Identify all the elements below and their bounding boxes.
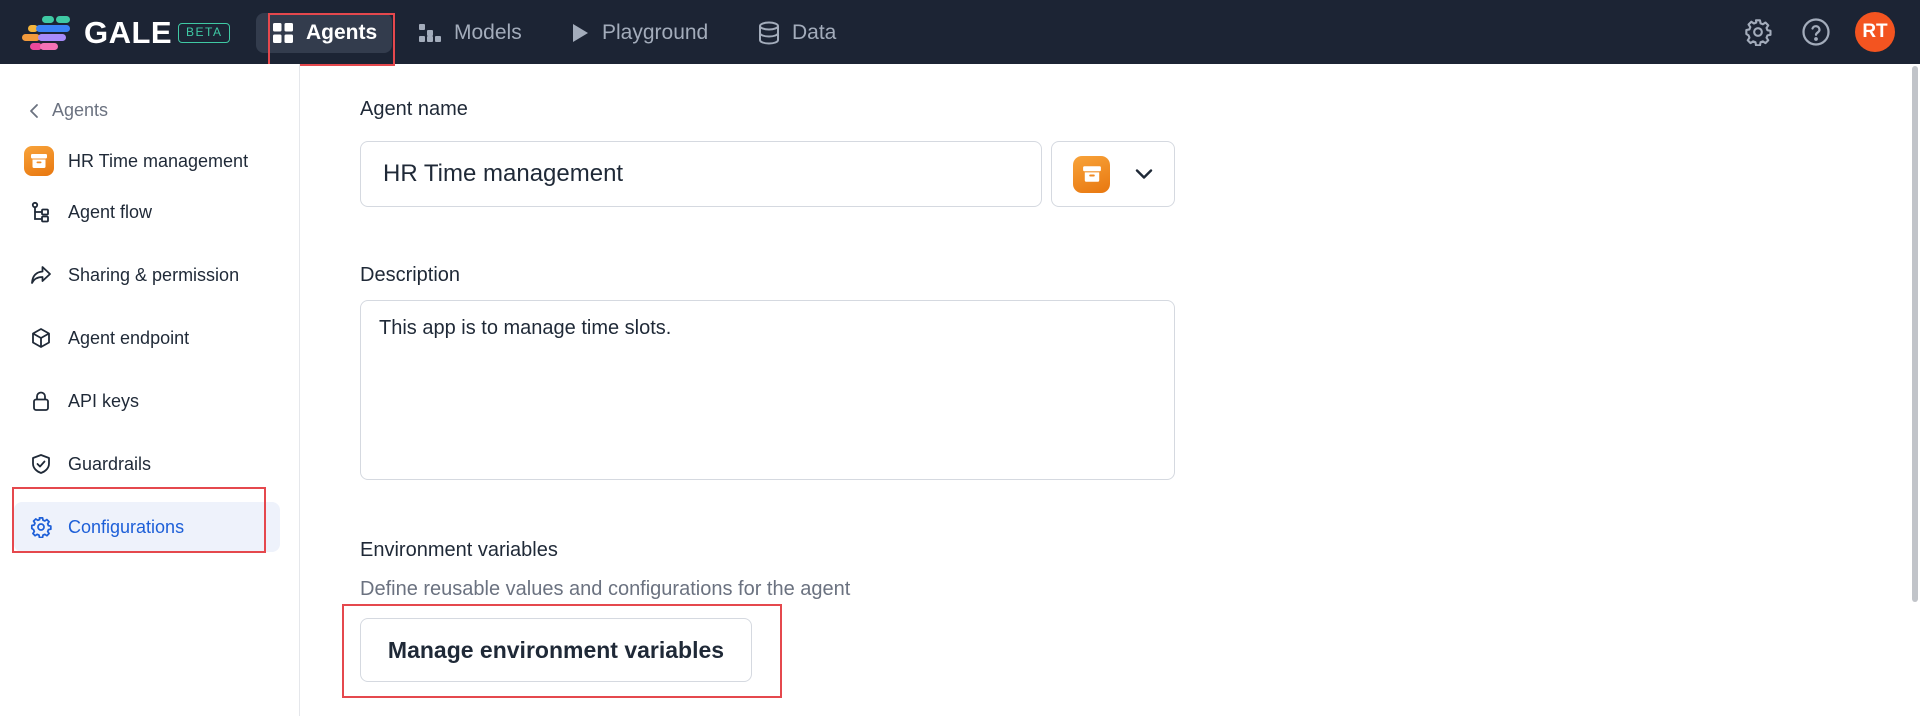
sidebar-item-label: Sharing & permission <box>68 264 240 285</box>
brand-name: GALE <box>84 15 173 50</box>
nav-tab-label: Data <box>792 21 837 44</box>
back-link-label: Agents <box>52 100 109 120</box>
environment-variables-label: Environment variables <box>360 539 558 561</box>
agent-header: HR Time management <box>24 146 248 176</box>
share-icon <box>31 266 51 284</box>
cube-icon <box>32 328 50 348</box>
user-avatar[interactable]: RT <box>1855 12 1895 52</box>
agent-icon-select[interactable] <box>1051 141 1175 207</box>
models-icon <box>419 24 441 42</box>
settings-button[interactable] <box>1742 16 1774 48</box>
sidebar-item-agent-flow[interactable]: Agent flow <box>14 187 280 237</box>
lock-icon <box>33 391 49 411</box>
agent-name-input[interactable] <box>360 141 1042 207</box>
highlight-box-configurations <box>12 487 266 553</box>
back-to-agents-link[interactable]: Agents <box>28 100 108 121</box>
sidebar-item-sharing-permission[interactable]: Sharing & permission <box>14 250 280 300</box>
description-textarea[interactable]: This app is to manage time slots. <box>360 300 1175 480</box>
flow-icon <box>31 201 49 223</box>
agent-archive-icon <box>1073 155 1110 193</box>
sidebar-item-agent-endpoint[interactable]: Agent endpoint <box>14 313 280 363</box>
agent-archive-icon <box>24 146 54 176</box>
nav-tab-label: Models <box>454 21 522 44</box>
beta-badge: BETA <box>178 23 231 43</box>
highlight-box-manage-button <box>342 604 782 698</box>
highlight-box-agents-tab <box>268 13 395 66</box>
agent-name-label: Agent name <box>360 98 468 120</box>
gale-logo-icon <box>22 16 70 50</box>
chevron-left-icon <box>30 103 38 118</box>
sidebar-item-label: API keys <box>68 390 140 411</box>
agent-name-heading: HR Time management <box>68 150 249 171</box>
nav-tab-models[interactable]: Models <box>418 13 522 53</box>
sidebar-item-guardrails[interactable]: Guardrails <box>14 439 280 489</box>
sidebar-item-label: Agent flow <box>68 201 153 222</box>
play-icon <box>573 24 588 42</box>
shield-icon <box>32 454 50 474</box>
gear-icon <box>1745 19 1772 46</box>
help-button[interactable] <box>1800 16 1832 48</box>
database-icon <box>759 21 779 45</box>
nav-tab-label: Playground <box>602 21 709 44</box>
sidebar-item-api-keys[interactable]: API keys <box>14 376 280 426</box>
help-circle-icon <box>1802 18 1830 46</box>
chevron-down-icon <box>1135 169 1153 179</box>
environment-variables-help-text: Define reusable values and configuration… <box>360 578 851 600</box>
page-scrollbar-thumb[interactable] <box>1912 66 1918 602</box>
nav-tab-data[interactable]: Data <box>758 13 836 53</box>
description-label: Description <box>360 264 461 286</box>
sidebar-item-label: Guardrails <box>68 453 152 474</box>
sidebar-item-label: Agent endpoint <box>68 327 190 348</box>
nav-tab-playground[interactable]: Playground <box>570 13 708 53</box>
sidebar: Agents HR Time management Agent flow Sha… <box>0 64 300 716</box>
